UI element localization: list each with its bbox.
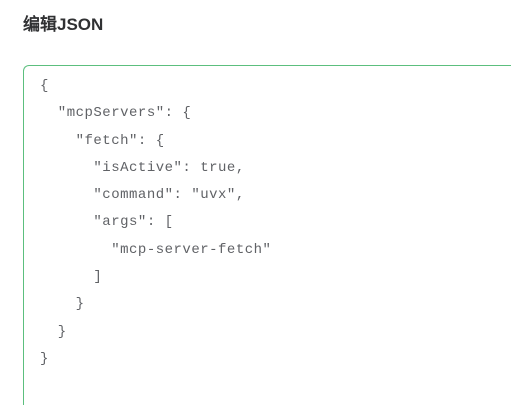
dialog-title: 编辑JSON [23,15,104,34]
json-editor-textarea[interactable]: { "mcpServers": { "fetch": { "isActive":… [23,65,511,405]
